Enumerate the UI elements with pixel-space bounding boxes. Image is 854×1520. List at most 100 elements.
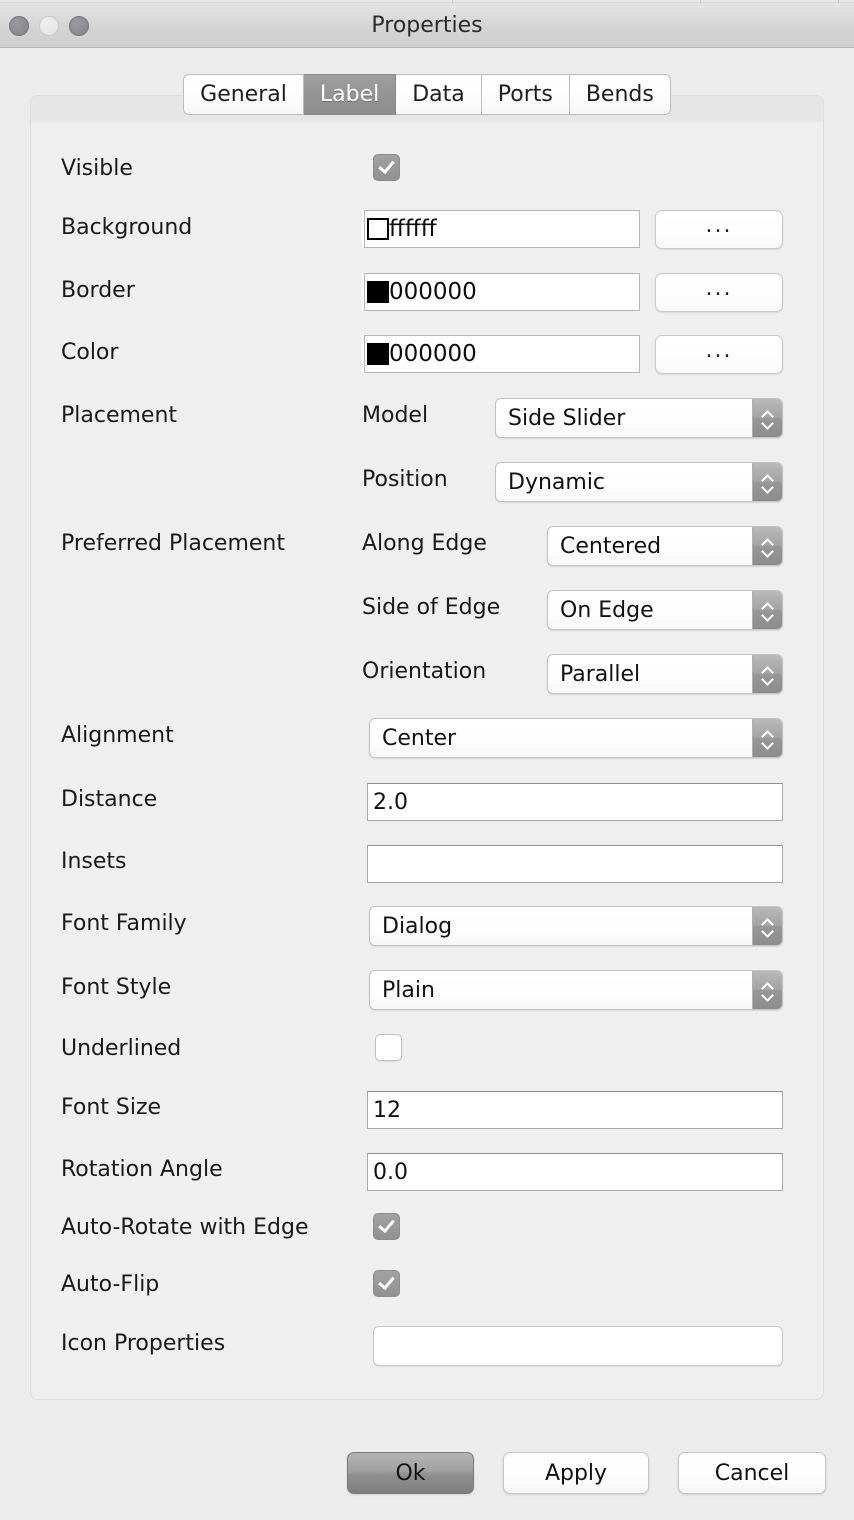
chevron-down-icon xyxy=(762,420,773,426)
underlined-label: Underlined xyxy=(61,1036,182,1061)
chevron-up-icon xyxy=(762,667,773,673)
side-of-edge-stepper[interactable] xyxy=(752,591,782,629)
position-stepper[interactable] xyxy=(752,463,782,501)
title-bar: Properties xyxy=(0,3,854,48)
background-color-field[interactable]: ffffff xyxy=(364,210,640,248)
orientation-label: Orientation xyxy=(362,659,487,684)
font-style-value: Plain xyxy=(382,977,435,1003)
font-family-stepper[interactable] xyxy=(752,907,782,945)
auto-rotate-checkbox[interactable] xyxy=(373,1213,400,1240)
model-combo[interactable]: Side Slider xyxy=(495,398,783,438)
side-of-edge-combo[interactable]: On Edge xyxy=(547,590,783,630)
chevron-up-icon xyxy=(762,603,773,609)
border-label: Border xyxy=(61,278,135,303)
row-font-style: Font Style Plain xyxy=(31,970,823,1010)
row-placement: Placement Model Side Slider xyxy=(31,398,823,438)
position-label: Position xyxy=(362,467,448,492)
rotation-angle-label: Rotation Angle xyxy=(61,1157,223,1182)
distance-input[interactable]: 2.0 xyxy=(367,783,783,821)
font-size-input[interactable]: 12 xyxy=(367,1091,783,1129)
model-value: Side Slider xyxy=(508,405,626,431)
row-orientation: Orientation Parallel xyxy=(31,654,823,694)
row-distance: Distance 2.0 xyxy=(31,783,823,821)
chevron-up-icon xyxy=(762,983,773,989)
row-position: Position Dynamic xyxy=(31,462,823,502)
chevron-up-icon xyxy=(762,475,773,481)
insets-input[interactable] xyxy=(367,845,783,883)
row-border: Border 000000 ... xyxy=(31,273,823,313)
position-combo[interactable]: Dynamic xyxy=(495,462,783,502)
row-side-of-edge: Side of Edge On Edge xyxy=(31,590,823,630)
font-style-combo[interactable]: Plain xyxy=(369,970,783,1010)
row-underlined: Underlined xyxy=(31,1034,823,1068)
font-style-stepper[interactable] xyxy=(752,971,782,1009)
rotation-angle-input[interactable]: 0.0 xyxy=(367,1153,783,1191)
row-auto-flip: Auto-Flip xyxy=(31,1270,823,1304)
row-font-size: Font Size 12 xyxy=(31,1091,823,1129)
chevron-up-icon xyxy=(762,919,773,925)
along-edge-stepper[interactable] xyxy=(752,527,782,565)
tab-data[interactable]: Data xyxy=(396,74,482,115)
chevron-down-icon xyxy=(762,928,773,934)
chevron-down-icon xyxy=(762,484,773,490)
tab-general[interactable]: General xyxy=(183,74,304,115)
chevron-up-icon xyxy=(762,411,773,417)
tab-label[interactable]: Label xyxy=(303,74,397,115)
color-value: 000000 xyxy=(389,340,477,367)
dialog-footer: Ok Apply Cancel xyxy=(0,1452,854,1496)
border-browse-button[interactable]: ... xyxy=(655,273,783,312)
tab-bends[interactable]: Bends xyxy=(569,74,671,115)
orientation-stepper[interactable] xyxy=(752,655,782,693)
row-rotation-angle: Rotation Angle 0.0 xyxy=(31,1153,823,1191)
model-label: Model xyxy=(362,403,429,428)
chevron-down-icon xyxy=(762,740,773,746)
border-color-value: 000000 xyxy=(389,278,477,305)
checkmark-icon xyxy=(378,1272,395,1291)
row-background: Background ffffff ... xyxy=(31,210,823,250)
properties-window: Properties General Label Data Ports Bend… xyxy=(0,0,854,1520)
background-color-swatch-icon xyxy=(367,218,389,240)
apply-button[interactable]: Apply xyxy=(503,1452,649,1494)
chevron-up-icon xyxy=(762,539,773,545)
alignment-combo[interactable]: Center xyxy=(369,718,783,758)
icon-properties-input[interactable] xyxy=(373,1326,783,1366)
color-browse-button[interactable]: ... xyxy=(655,335,783,374)
distance-label: Distance xyxy=(61,787,158,812)
chevron-down-icon xyxy=(762,992,773,998)
color-color-field[interactable]: 000000 xyxy=(364,335,640,373)
auto-flip-label: Auto-Flip xyxy=(61,1272,160,1297)
chevron-down-icon xyxy=(762,612,773,618)
preferred-placement-group-label: Preferred Placement xyxy=(61,531,285,556)
chevron-down-icon xyxy=(762,548,773,554)
visible-checkbox[interactable] xyxy=(373,154,400,181)
color-swatch-icon xyxy=(367,343,389,365)
alignment-label: Alignment xyxy=(61,723,174,748)
row-preferred-placement: Preferred Placement Along Edge Centered xyxy=(31,526,823,566)
cancel-button[interactable]: Cancel xyxy=(678,1452,826,1494)
ok-button[interactable]: Ok xyxy=(347,1452,474,1494)
alignment-value: Center xyxy=(382,725,457,751)
background-label: Background xyxy=(61,215,193,240)
chevron-up-icon xyxy=(762,731,773,737)
side-of-edge-value: On Edge xyxy=(560,597,654,623)
row-visible: Visible xyxy=(31,154,823,190)
orientation-combo[interactable]: Parallel xyxy=(547,654,783,694)
model-stepper[interactable] xyxy=(752,399,782,437)
along-edge-combo[interactable]: Centered xyxy=(547,526,783,566)
row-icon-properties: Icon Properties xyxy=(31,1326,823,1366)
orientation-value: Parallel xyxy=(560,661,641,687)
font-family-value: Dialog xyxy=(382,913,453,939)
alignment-stepper[interactable] xyxy=(752,719,782,757)
font-size-label: Font Size xyxy=(61,1095,162,1120)
position-value: Dynamic xyxy=(508,469,606,495)
auto-flip-checkbox[interactable] xyxy=(373,1270,400,1297)
font-family-combo[interactable]: Dialog xyxy=(369,906,783,946)
underlined-checkbox[interactable] xyxy=(375,1034,402,1061)
tab-bar: General Label Data Ports Bends xyxy=(0,74,854,115)
along-edge-value: Centered xyxy=(560,533,662,559)
tab-ports[interactable]: Ports xyxy=(481,74,570,115)
border-color-field[interactable]: 000000 xyxy=(364,273,640,311)
along-edge-label: Along Edge xyxy=(362,531,487,556)
auto-rotate-label: Auto-Rotate with Edge xyxy=(61,1215,309,1240)
background-browse-button[interactable]: ... xyxy=(655,210,783,249)
